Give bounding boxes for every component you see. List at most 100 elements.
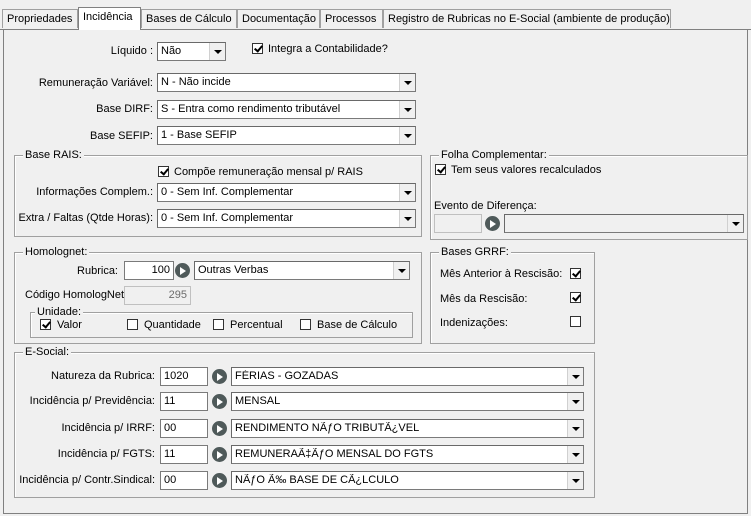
tab-label: Processos [325, 13, 377, 25]
rubrica-label: Rubrica: [77, 265, 118, 277]
tab-documentacao[interactable]: Documentação [237, 9, 320, 28]
base-sefip-value: 1 - Base SEFIP [161, 129, 237, 141]
chevron-down-icon[interactable] [567, 446, 583, 463]
rais-info-label: Informações Complem.: [36, 186, 153, 198]
esocial-natureza-code[interactable]: 1020 [160, 367, 208, 386]
homolognet-title: Homolognet: [23, 246, 90, 258]
lookup-arrow-icon[interactable] [485, 216, 500, 231]
grrf-mes-rescisao-label: Mês da Rescisão: [440, 293, 528, 305]
chevron-down-icon[interactable] [399, 127, 415, 144]
esocial-sindical-code[interactable]: 00 [160, 471, 208, 490]
unidade-valor-label: Valor [57, 319, 82, 331]
esocial-sindical-select[interactable]: NÃƒO Ã‰ BASE DE CÃ¿LCULO [231, 471, 584, 490]
unidade-valor-checkbox[interactable] [40, 319, 51, 330]
evento-select[interactable] [504, 214, 744, 233]
codigo-homolognet-field: 295 [124, 286, 191, 305]
rubrica-select[interactable]: Outras Verbas [194, 261, 410, 280]
esocial-sindical-desc: NÃƒO Ã‰ BASE DE CÃ¿LCULO [235, 474, 399, 486]
liquido-label: Líquido : [110, 45, 153, 57]
lookup-arrow-icon[interactable] [212, 473, 227, 488]
unidade-percentual-label: Percentual [230, 319, 283, 331]
folha-recalc-label: Tem seus valores recalculados [451, 164, 602, 176]
esocial-fgts-select[interactable]: REMUNERAÃ‡ÃƒO MENSAL DO FGTS [231, 445, 584, 464]
grrf-mes-anterior-checkbox[interactable] [570, 268, 581, 279]
grrf-indenizacoes-checkbox[interactable] [570, 316, 581, 327]
unidade-percentual-checkbox[interactable] [213, 319, 224, 330]
folha-complementar-title: Folha Complementar: [439, 149, 549, 161]
esocial-title: E-Social: [23, 346, 72, 358]
rais-extra-select[interactable]: 0 - Sem Inf. Complementar [157, 209, 416, 228]
esocial-irrf-select[interactable]: RENDIMENTO NÃƒO TRIBUTÃ¿VEL [231, 419, 584, 438]
tab-processos[interactable]: Processos [320, 9, 383, 28]
esocial-fgts-code-value: 11 [164, 448, 176, 460]
lookup-arrow-icon[interactable] [212, 394, 227, 409]
unidade-quantidade-checkbox[interactable] [127, 319, 138, 330]
chevron-down-icon[interactable] [567, 472, 583, 489]
tab-propriedades[interactable]: Propriedades [2, 9, 78, 28]
base-sefip-select[interactable]: 1 - Base SEFIP [157, 126, 416, 145]
chevron-down-icon[interactable] [399, 74, 415, 91]
esocial-previdencia-code[interactable]: 11 [160, 392, 208, 411]
rubrica-code-value: 100 [151, 264, 170, 276]
esocial-natureza-code-value: 1020 [164, 370, 189, 382]
tab-label: Bases de Cálculo [146, 13, 232, 25]
evento-code-field[interactable] [434, 214, 482, 233]
liquido-select[interactable]: Não [157, 42, 226, 61]
lookup-arrow-icon[interactable] [212, 421, 227, 436]
chevron-down-icon[interactable] [567, 420, 583, 437]
liquido-value: Não [161, 45, 182, 57]
folha-recalc-checkbox[interactable] [435, 164, 446, 175]
integra-label: Integra a Contabilidade? [268, 43, 388, 55]
chevron-down-icon[interactable] [399, 101, 415, 118]
base-dirf-value: S - Entra como rendimento tributável [161, 103, 341, 115]
grrf-mes-rescisao-checkbox[interactable] [570, 292, 581, 303]
esocial-irrf-label: Incidência p/ IRRF: [61, 422, 155, 434]
unidade-base-calculo-checkbox[interactable] [300, 319, 311, 330]
tab-incidencia[interactable]: Incidência [78, 7, 141, 30]
tab-label: Documentação [242, 13, 316, 25]
esocial-fgts-label: Incidência p/ FGTS: [57, 448, 155, 460]
tab-label: Incidência [83, 11, 133, 23]
esocial-irrf-code[interactable]: 00 [160, 419, 208, 438]
integra-checkbox[interactable] [252, 43, 263, 54]
lookup-arrow-icon[interactable] [212, 447, 227, 462]
chevron-down-icon[interactable] [399, 184, 415, 201]
tab-label: Propriedades [7, 13, 73, 25]
esocial-irrf-code-value: 00 [164, 422, 177, 434]
lookup-arrow-icon[interactable] [175, 263, 190, 278]
esocial-sindical-label: Incidência p/ Contr.Sindical: [19, 474, 155, 486]
esocial-natureza-label: Natureza da Rubrica: [51, 370, 155, 382]
esocial-previdencia-desc: MENSAL [235, 395, 281, 407]
codigo-homolognet-value: 295 [168, 289, 187, 301]
chevron-down-icon[interactable] [209, 43, 225, 60]
codigo-homolognet-label: Código HomologNet [25, 289, 125, 301]
bases-grrf-title: Bases GRRF: [439, 246, 511, 258]
esocial-natureza-desc: FÉRIAS - GOZADAS [235, 370, 339, 382]
rais-compoe-checkbox[interactable] [158, 166, 169, 177]
esocial-fgts-desc: REMUNERAÃ‡ÃƒO MENSAL DO FGTS [235, 448, 434, 460]
base-sefip-label: Base SEFIP: [90, 130, 153, 142]
esocial-previdencia-select[interactable]: MENSAL [231, 392, 584, 411]
esocial-previdencia-label: Incidência p/ Previdência: [29, 395, 155, 407]
remuneracao-select[interactable]: N - Não incide [157, 73, 416, 92]
remuneracao-label: Remuneração Variável: [38, 77, 153, 89]
evento-label: Evento de Diferença: [434, 200, 537, 212]
grrf-indenizacoes-label: Indenizações: [440, 317, 508, 329]
chevron-down-icon[interactable] [393, 262, 409, 279]
chevron-down-icon[interactable] [727, 215, 743, 232]
grrf-mes-anterior-label: Mês Anterior à Rescisão: [440, 268, 563, 280]
chevron-down-icon[interactable] [567, 393, 583, 410]
rubrica-code-field[interactable]: 100 [124, 261, 174, 280]
lookup-arrow-icon[interactable] [212, 369, 227, 384]
base-dirf-select[interactable]: S - Entra como rendimento tributável [157, 100, 416, 119]
esocial-natureza-select[interactable]: FÉRIAS - GOZADAS [231, 367, 584, 386]
tab-registro-esocial[interactable]: Registro de Rubricas no E-Social (ambien… [383, 9, 671, 28]
esocial-fgts-code[interactable]: 11 [160, 445, 208, 464]
chevron-down-icon[interactable] [399, 210, 415, 227]
esocial-sindical-code-value: 00 [164, 474, 177, 486]
unidade-base-calculo-label: Base de Cálculo [317, 319, 398, 331]
rais-info-select[interactable]: 0 - Sem Inf. Complementar [157, 183, 416, 202]
rais-info-value: 0 - Sem Inf. Complementar [161, 186, 294, 198]
tab-bases-de-calculo[interactable]: Bases de Cálculo [141, 9, 237, 28]
chevron-down-icon[interactable] [567, 368, 583, 385]
